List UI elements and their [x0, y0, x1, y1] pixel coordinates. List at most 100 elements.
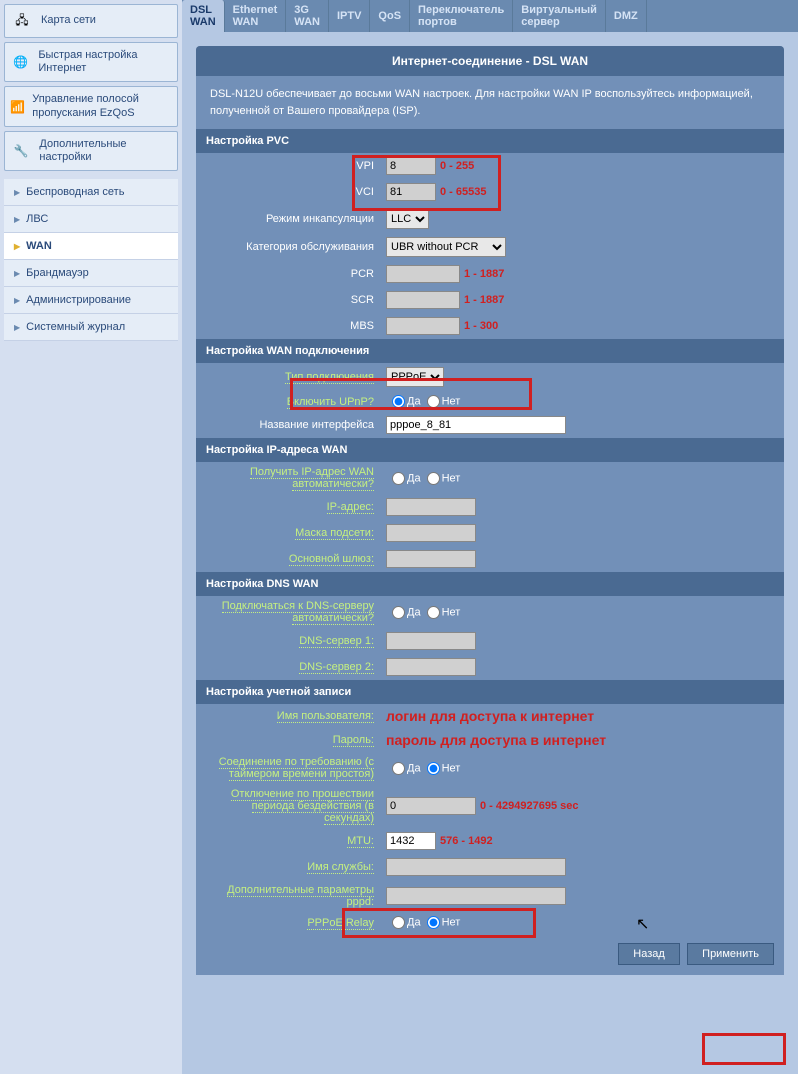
- encap-label: Режим инкапсуляции: [196, 205, 380, 233]
- iface-input[interactable]: [386, 416, 566, 434]
- conn-type-label: Тип подключения: [285, 371, 374, 384]
- category-select[interactable]: UBR without PCR: [386, 237, 506, 257]
- gw-input[interactable]: [386, 550, 476, 568]
- scr-input[interactable]: [386, 291, 460, 309]
- demand-yes[interactable]: [392, 762, 405, 775]
- tab[interactable]: Виртуальныйсервер: [513, 0, 606, 32]
- section-wan: Настройка WAN подключения: [196, 339, 784, 363]
- nav-item[interactable]: Беспроводная сеть: [4, 179, 178, 206]
- vpi-range: 0 - 255: [440, 160, 474, 172]
- pass-annotation: пароль для доступа в интернет: [386, 732, 606, 748]
- upnp-no[interactable]: [427, 395, 440, 408]
- nav-item[interactable]: Администрирование: [4, 287, 178, 314]
- vci-label: VCI: [196, 179, 380, 205]
- demand-label: Соединение по требованию (с таймером вре…: [219, 756, 374, 781]
- upnp-label: Включить UPnP?: [287, 396, 374, 409]
- sidebar-btn-label: Управление полосой пропускания EzQoS: [32, 93, 173, 119]
- dns-auto-label: Подключаться к DNS-серверу автоматически…: [222, 600, 374, 625]
- ip-addr-label: IP-адрес:: [327, 501, 374, 514]
- pppd-input[interactable]: [386, 887, 566, 905]
- user-label: Имя пользователя:: [277, 710, 374, 723]
- pcr-range: 1 - 1887: [464, 268, 504, 280]
- section-ip: Настройка IP-адреса WAN: [196, 438, 784, 462]
- iface-label: Название интерфейса: [196, 412, 380, 438]
- section-dns: Настройка DNS WAN: [196, 572, 784, 596]
- vci-range: 0 - 65535: [440, 186, 486, 198]
- tab[interactable]: IPTV: [329, 0, 370, 32]
- panel-desc: DSL-N12U обеспечивает до восьми WAN наст…: [196, 76, 784, 129]
- dns2-input[interactable]: [386, 658, 476, 676]
- dns1-label: DNS-сервер 1:: [299, 635, 374, 648]
- tab[interactable]: EthernetWAN: [225, 0, 287, 32]
- user-annotation: логин для доступа к интернет: [386, 708, 594, 724]
- upnp-yes[interactable]: [392, 395, 405, 408]
- relay-label: PPPoE Relay: [307, 917, 374, 930]
- pcr-input[interactable]: [386, 265, 460, 283]
- mbs-label: MBS: [196, 313, 380, 339]
- sidebar-btn-label: Быстрая настройка Интернет: [38, 49, 173, 75]
- svc-input[interactable]: [386, 858, 566, 876]
- pppd-label: Дополнительные параметры pppd:: [227, 884, 374, 909]
- main: DSLWANEthernetWAN3GWANIPTVQoSПереключате…: [182, 0, 798, 1074]
- ip-addr-input[interactable]: [386, 498, 476, 516]
- sidebar-btn-0[interactable]: 🖧 Карта сети: [4, 4, 178, 38]
- sidebar: 🖧 Карта сети 🌐 Быстрая настройка Интернет 📶 У…: [0, 0, 182, 1074]
- vpi-input[interactable]: [386, 157, 436, 175]
- idle-input[interactable]: [386, 797, 476, 815]
- mbs-range: 1 - 300: [464, 320, 498, 332]
- vci-input[interactable]: [386, 183, 436, 201]
- vpi-label: VPI: [196, 153, 380, 179]
- content: Интернет-соединение - DSL WAN DSL-N12U о…: [182, 32, 798, 1074]
- gw-label: Основной шлюз:: [289, 553, 374, 566]
- sidebar-btn-1[interactable]: 🌐 Быстрая настройка Интернет: [4, 42, 178, 82]
- section-acct: Настройка учетной записи: [196, 680, 784, 704]
- tab[interactable]: DSLWAN: [182, 0, 225, 32]
- relay-no[interactable]: [427, 916, 440, 929]
- panel-title: Интернет-соединение - DSL WAN: [196, 46, 784, 76]
- dns-auto-yes[interactable]: [392, 606, 405, 619]
- encap-select[interactable]: LLC: [386, 209, 429, 229]
- ip-auto-label: Получить IP-адрес WAN автоматически?: [250, 466, 374, 491]
- sidebar-btn-icon: 📶: [9, 97, 26, 117]
- dns2-label: DNS-сервер 2:: [299, 661, 374, 674]
- idle-range: 0 - 4294927695 sec: [480, 800, 578, 812]
- sidebar-btn-icon: 🖧: [9, 11, 35, 31]
- sidebar-btn-2[interactable]: 📶 Управление полосой пропускания EzQoS: [4, 86, 178, 126]
- sidebar-btn-label: Дополнительные настройки: [39, 138, 173, 164]
- idle-label: Отключение по прошествии периода бездейс…: [231, 788, 374, 825]
- tab[interactable]: QoS: [370, 0, 410, 32]
- tab[interactable]: Переключательпортов: [410, 0, 513, 32]
- mtu-range: 576 - 1492: [440, 835, 493, 847]
- sidebar-btn-icon: 🌐: [9, 52, 32, 72]
- demand-no[interactable]: [427, 762, 440, 775]
- mask-input[interactable]: [386, 524, 476, 542]
- nav-item[interactable]: WAN: [4, 233, 178, 260]
- cat-label: Категория обслуживания: [196, 233, 380, 261]
- tab[interactable]: 3GWAN: [286, 0, 329, 32]
- nav-item[interactable]: Брандмауэр: [4, 260, 178, 287]
- scr-range: 1 - 1887: [464, 294, 504, 306]
- section-pvc: Настройка PVC: [196, 129, 784, 153]
- apply-button[interactable]: Применить: [687, 943, 774, 965]
- mbs-input[interactable]: [386, 317, 460, 335]
- ip-auto-no[interactable]: [427, 472, 440, 485]
- svc-label: Имя службы:: [307, 861, 374, 874]
- ip-auto-yes[interactable]: [392, 472, 405, 485]
- mtu-input[interactable]: [386, 832, 436, 850]
- nav-item[interactable]: Системный журнал: [4, 314, 178, 341]
- tab[interactable]: DMZ: [606, 0, 647, 32]
- dns-auto-no[interactable]: [427, 606, 440, 619]
- pcr-label: PCR: [196, 261, 380, 287]
- dns1-input[interactable]: [386, 632, 476, 650]
- pass-label: Пароль:: [333, 734, 374, 747]
- sidebar-btn-icon: 🔧: [9, 141, 33, 161]
- conn-type-select[interactable]: PPPoE: [386, 367, 444, 387]
- sidebar-btn-label: Карта сети: [41, 14, 96, 27]
- scr-label: SCR: [196, 287, 380, 313]
- sidebar-btn-3[interactable]: 🔧 Дополнительные настройки: [4, 131, 178, 171]
- mask-label: Маска подсети:: [295, 527, 374, 540]
- back-button[interactable]: Назад: [618, 943, 680, 965]
- nav-item[interactable]: ЛВС: [4, 206, 178, 233]
- nav-menu: Беспроводная сетьЛВСWANБрандмауэрАдминис…: [4, 179, 178, 341]
- relay-yes[interactable]: [392, 916, 405, 929]
